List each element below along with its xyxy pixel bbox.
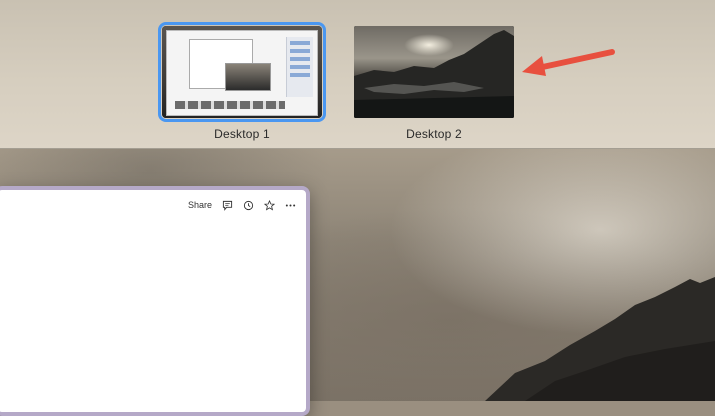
spaces-bar: Desktop 1 Desktop 2 (0, 0, 715, 149)
space-desktop-2[interactable]: Desktop 2 (354, 26, 514, 141)
preview-window (166, 30, 318, 116)
share-button[interactable]: Share (188, 199, 212, 211)
desktop-2-label: Desktop 2 (406, 127, 462, 141)
browser-window[interactable]: Share (0, 186, 310, 416)
pointer-arrow-icon (522, 49, 615, 76)
comment-icon[interactable] (222, 199, 233, 211)
desktop-2-thumbnail[interactable] (354, 26, 514, 118)
window-toolbar: Share (188, 199, 296, 211)
star-icon[interactable] (264, 199, 275, 211)
space-desktop-1[interactable]: Desktop 1 (158, 22, 326, 141)
more-icon[interactable] (285, 199, 296, 211)
desktop-1-thumbnail[interactable] (158, 22, 326, 122)
mountain-silhouette (485, 277, 715, 401)
history-icon[interactable] (243, 199, 254, 211)
desktop-1-label: Desktop 1 (214, 127, 270, 141)
desktop-1-preview (162, 26, 322, 118)
desktop-2-landscape (354, 30, 514, 118)
